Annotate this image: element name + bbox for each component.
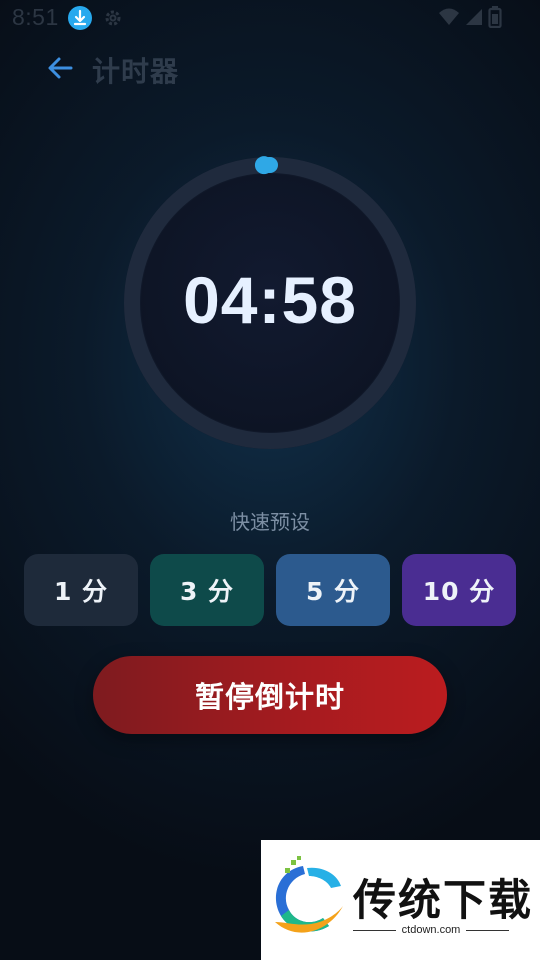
download-icon <box>68 6 92 30</box>
signal-icon <box>464 7 484 31</box>
preset-5-min-button[interactable]: 5 分 <box>276 554 390 626</box>
preset-3-min-button[interactable]: 3 分 <box>150 554 264 626</box>
back-button[interactable] <box>40 48 80 88</box>
wifi-icon <box>438 7 460 31</box>
preset-1-min-button[interactable]: 1 分 <box>24 554 138 626</box>
ctdown-logo-icon <box>275 856 343 933</box>
watermark-url-row: ctdown.com <box>353 924 510 936</box>
watermark-line-left <box>353 929 396 931</box>
timer-display: 04:58 <box>183 263 357 337</box>
gear-icon <box>102 7 124 33</box>
status-bar: 8:51 <box>0 0 540 36</box>
status-time: 8:51 <box>12 4 59 30</box>
presets-label: 快速预设 <box>230 510 310 534</box>
preset-row: 1 分 3 分 5 分 10 分 <box>24 554 516 626</box>
watermark-line-right <box>466 929 510 931</box>
watermark-brand: 传统下载 <box>353 876 533 926</box>
watermark-url: ctdown.com <box>401 924 461 936</box>
battery-icon <box>488 6 502 32</box>
page-title: 计时器 <box>92 55 180 88</box>
watermark: 传统下载 ctdown.com <box>261 840 540 960</box>
timer-progress-knob <box>254 156 273 175</box>
status-icons <box>438 6 502 32</box>
arrow-left-icon <box>48 57 73 79</box>
preset-10-min-button[interactable]: 10 分 <box>402 554 516 626</box>
pause-countdown-button[interactable]: 暂停倒计时 <box>93 656 447 734</box>
